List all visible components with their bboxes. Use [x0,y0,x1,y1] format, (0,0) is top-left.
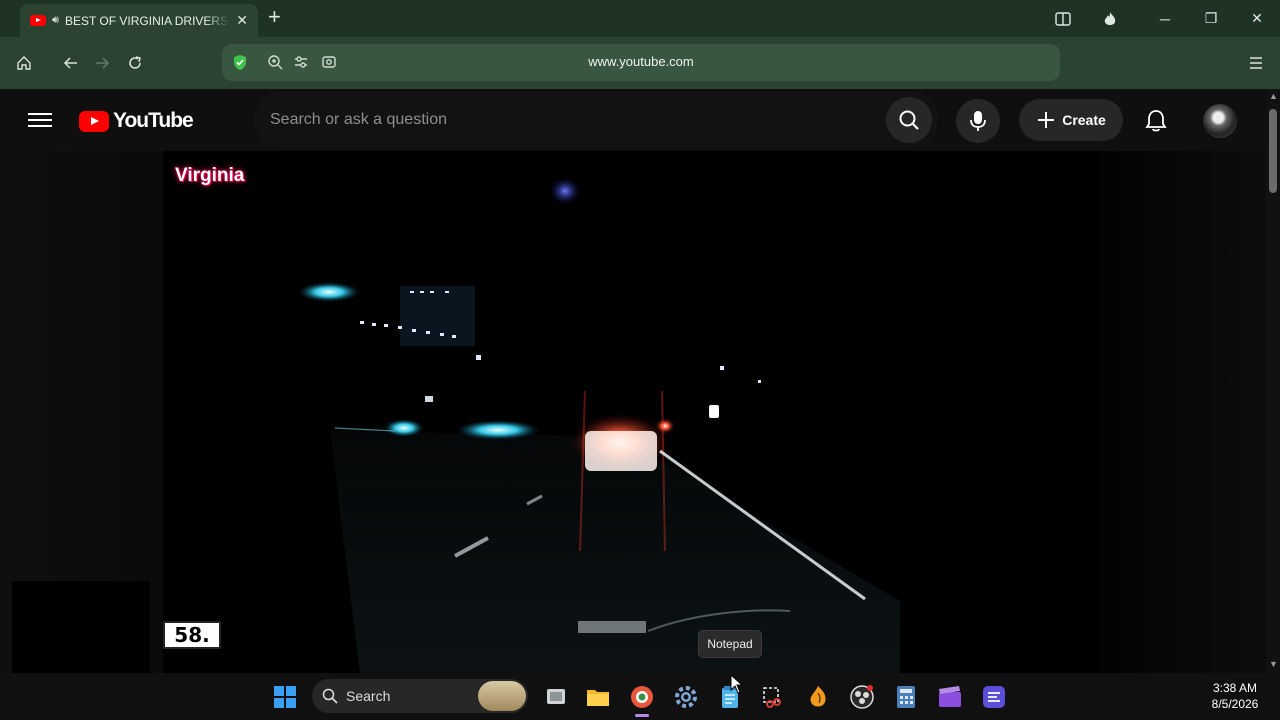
file-explorer-icon[interactable] [582,681,614,713]
youtube-logo[interactable]: YouTube [79,109,194,133]
taskbar-search[interactable]: Search [312,679,528,713]
search-icon [322,688,338,704]
clock-time: 3:38 AM [1212,681,1258,695]
search-icon [899,110,919,130]
avatar[interactable] [1203,104,1237,138]
audio-playing-icon[interactable]: 🔊︎ [52,14,59,27]
youtube-favicon-icon [30,15,46,26]
microphone-icon [970,111,986,131]
snipping-tool-icon[interactable] [757,681,789,713]
split-view-button[interactable] [1048,0,1078,37]
notifications-bell-icon[interactable] [1142,107,1170,135]
video-frame [163,151,1100,673]
voice-search-button[interactable] [956,99,1000,143]
clipchamp-icon[interactable] [934,681,966,713]
search-highlight-icon [478,681,526,711]
search-box[interactable]: Search or ask a question [254,91,938,149]
menu-icon[interactable] [1244,51,1268,75]
search-input[interactable]: Search or ask a question [270,111,447,129]
burn-button[interactable] [1096,0,1124,37]
plus-icon [1038,112,1055,128]
video-player[interactable]: Virginia 58. [0,151,1266,673]
browser-tab[interactable]: 🔊︎ BEST OF VIRGINIA DRIVERS ✕ [20,4,258,37]
new-tab-button[interactable]: + [268,6,281,28]
close-window-button[interactable]: ✕ [1242,0,1272,37]
back-icon[interactable] [59,51,83,75]
page-scrollbar[interactable]: ▲ ▼ [1266,89,1280,673]
youtube-logo-text: YouTube [113,109,194,132]
scroll-thumb[interactable] [1269,109,1277,193]
tab-close-icon[interactable]: ✕ [236,12,248,29]
create-button[interactable]: Create [1019,99,1123,141]
calculator-icon[interactable] [890,681,922,713]
url-text[interactable]: www.youtube.com [222,54,1060,69]
home-icon[interactable] [12,51,36,75]
forward-icon[interactable] [90,51,114,75]
mouse-cursor-icon [730,674,744,694]
search-button[interactable] [886,97,932,143]
guide-menu-icon[interactable] [28,109,52,131]
task-view-icon[interactable] [540,681,572,713]
browser-app-icon[interactable] [626,681,658,717]
flame-icon [1104,11,1116,25]
taskbar-tooltip: Notepad [698,630,762,658]
windows-logo-icon [274,686,296,708]
browser-tab-bar: 🔊︎ BEST OF VIRGINIA DRIVERS ✕ + ─ ❐ ✕ [0,0,1280,37]
tab-title: BEST OF VIRGINIA DRIVERS [64,13,229,28]
clip-counter: 58. [163,621,221,649]
split-view-icon [1055,11,1071,26]
restore-button[interactable]: ❐ [1196,0,1226,37]
scroll-up-icon[interactable]: ▲ [1269,91,1278,101]
fl-studio-icon[interactable] [802,681,834,713]
obs-icon[interactable] [846,681,878,713]
app-launcher-icon[interactable] [978,681,1010,713]
taskbar-search-label: Search [346,688,391,704]
settings-gear-icon[interactable] [670,681,702,713]
start-button[interactable] [269,681,301,713]
youtube-header: YouTube Search or ask a question Create [0,89,1266,151]
windows-taskbar: Search 3:38 AM 8/5/2026 [0,673,1280,720]
browser-toolbar: www.youtube.com [0,37,1280,89]
address-bar[interactable]: www.youtube.com [222,44,1060,81]
clock-date: 8/5/2026 [1211,697,1259,711]
scroll-down-icon[interactable]: ▼ [1269,659,1278,669]
create-label: Create [1062,112,1106,128]
minimize-button[interactable]: ─ [1150,0,1180,37]
system-clock[interactable]: 3:38 AM 8/5/2026 [1196,680,1274,712]
youtube-play-icon [79,110,109,132]
location-label: Virginia [175,165,245,186]
reload-icon[interactable] [123,51,147,75]
